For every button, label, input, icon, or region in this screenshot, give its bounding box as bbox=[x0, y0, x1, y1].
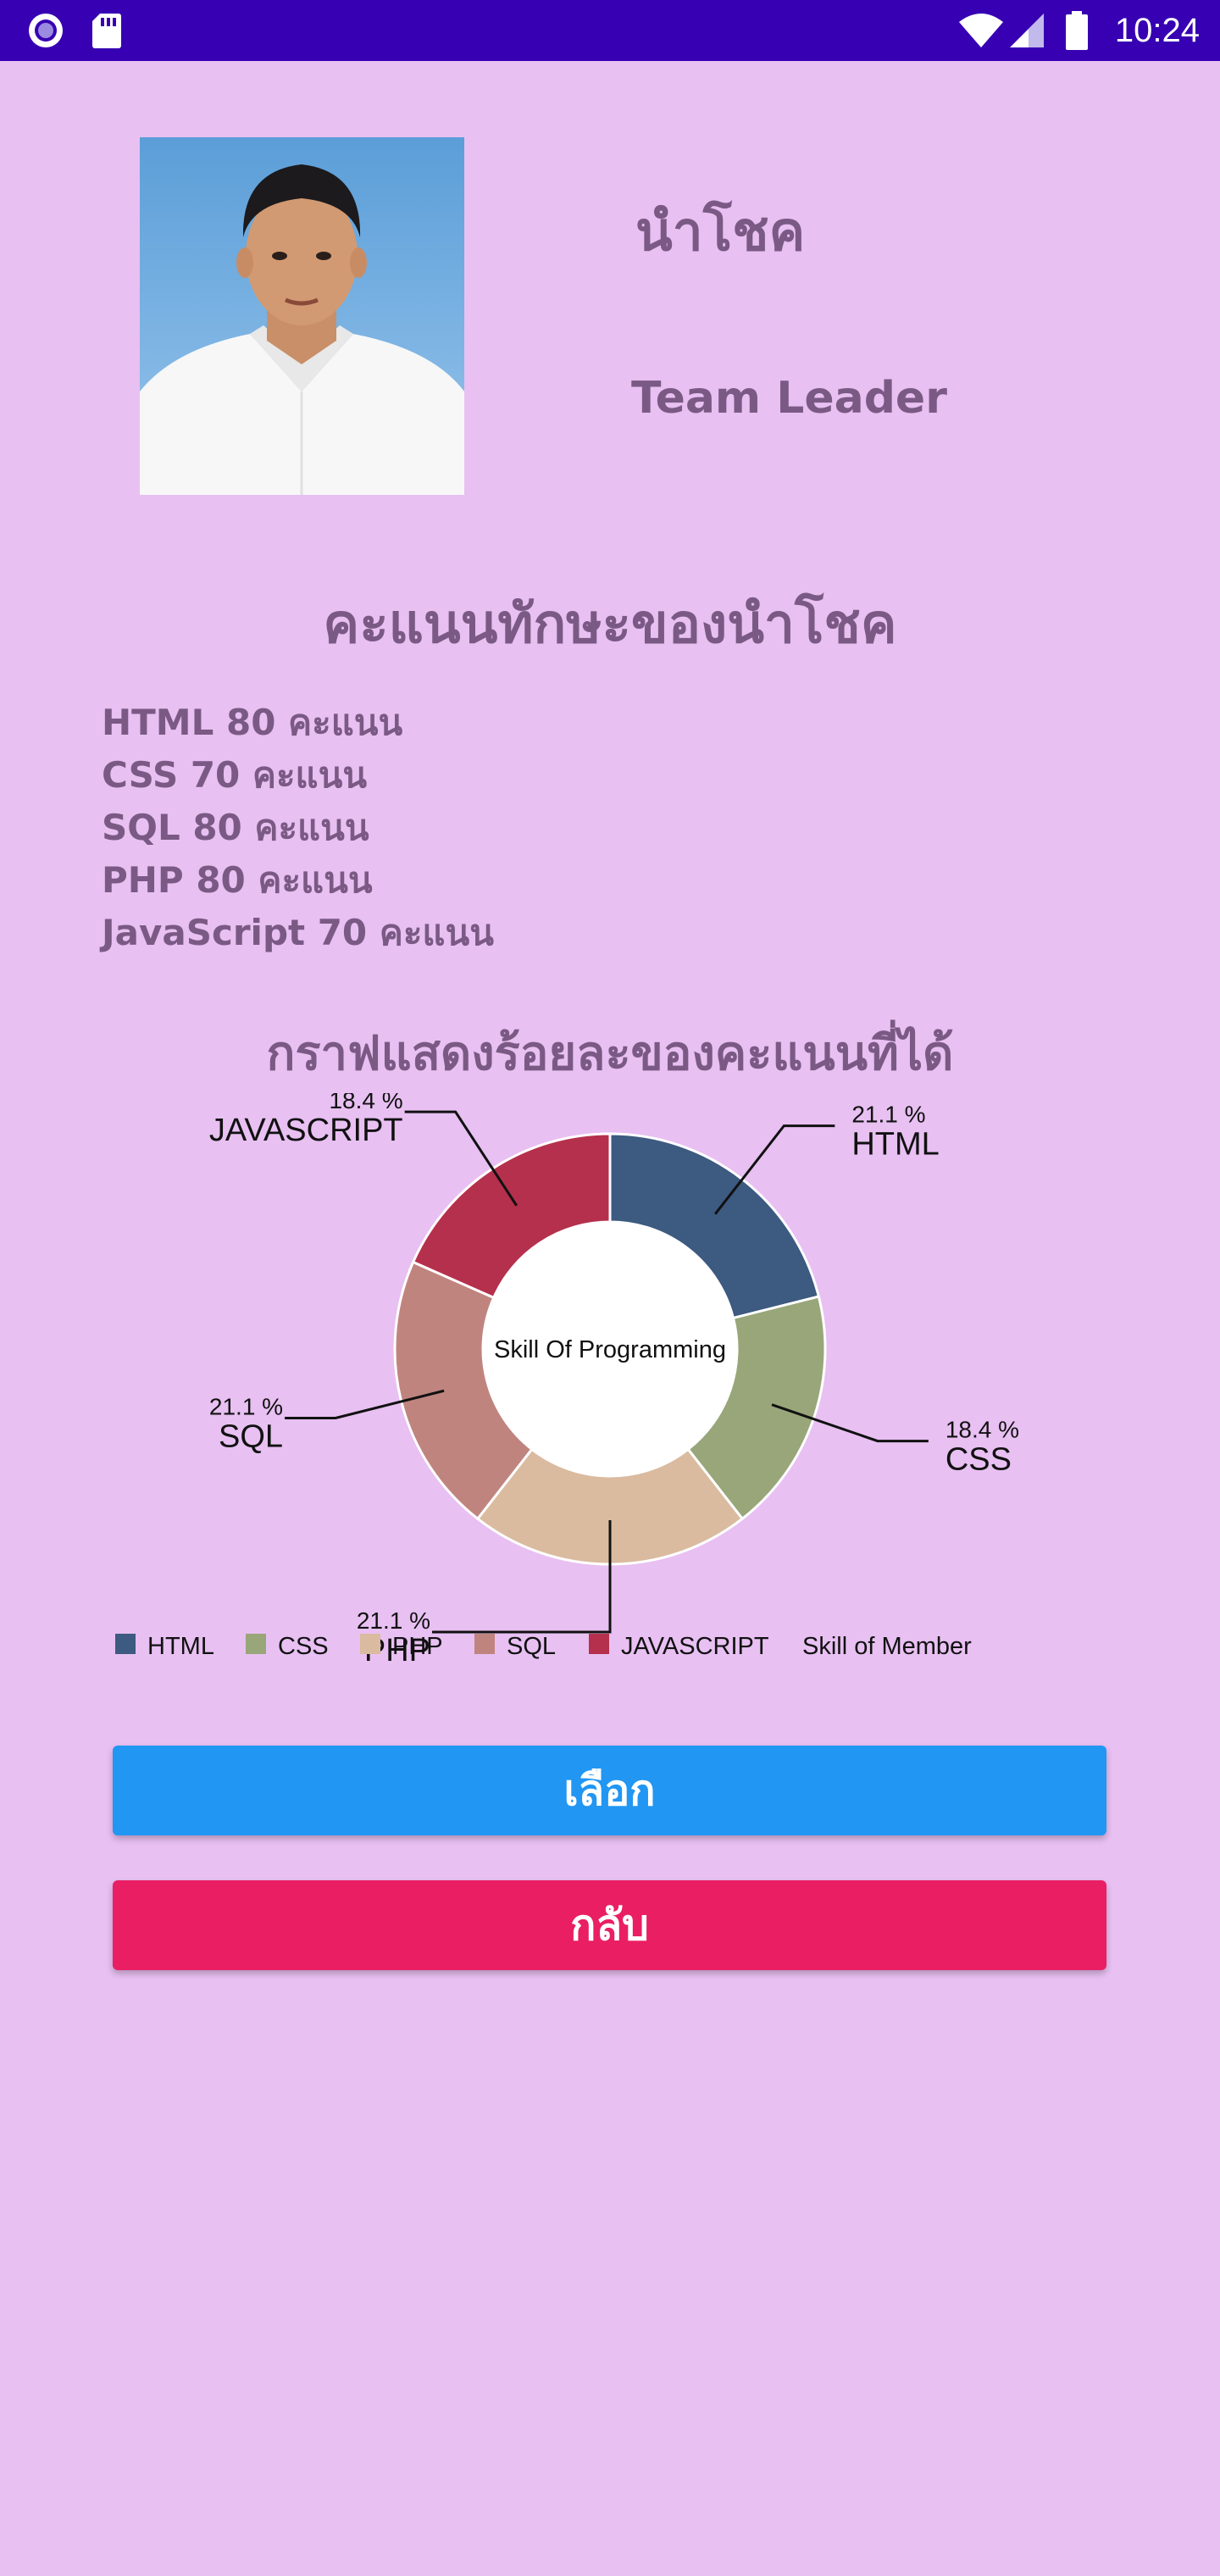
skill-list: HTML 80 คะแนน CSS 70 คะแนน SQL 80 คะแนน … bbox=[102, 697, 494, 959]
legend-label-javascript: JAVASCRIPT bbox=[621, 1633, 769, 1660]
signal-icon bbox=[1008, 0, 1045, 61]
status-bar: 10:24 bbox=[0, 0, 1220, 61]
circle-notification-icon bbox=[25, 0, 66, 61]
legend-label-php: PHP bbox=[392, 1633, 443, 1660]
skill-item-css: CSS 70 คะแนน bbox=[102, 754, 368, 796]
category-label-css: CSS bbox=[946, 1442, 1012, 1478]
value-label-javascript: 18.4 % bbox=[329, 1093, 402, 1113]
legend-swatch-php bbox=[360, 1634, 380, 1654]
skill-item-sql: SQL 80 คะแนน bbox=[102, 807, 369, 848]
legend-label-html: HTML bbox=[147, 1633, 214, 1660]
legend-swatch-css bbox=[246, 1634, 266, 1654]
value-label-sql: 21.1 % bbox=[209, 1393, 283, 1419]
profile-photo bbox=[140, 137, 464, 495]
skill-donut-chart: 21.1 %HTML18.4 %CSS21.1 %PHP21.1 %SQL18.… bbox=[115, 1093, 1019, 1668]
graph-title: กราฟแสดงร้อยละของคะแนนที่ได้ bbox=[266, 1026, 954, 1081]
legend-swatch-sql bbox=[474, 1634, 495, 1654]
skill-item-php: PHP 80 คะแนน bbox=[102, 859, 373, 901]
category-label-html: HTML bbox=[851, 1127, 939, 1163]
wifi-icon bbox=[957, 0, 1005, 61]
legend-label-css: CSS bbox=[278, 1633, 329, 1660]
skill-item-html: HTML 80 คะแนน bbox=[102, 702, 403, 743]
chart-description: Skill of Member bbox=[802, 1633, 972, 1660]
battery-icon bbox=[1064, 0, 1090, 61]
sd-card-icon bbox=[90, 0, 124, 61]
legend-swatch-javascript bbox=[589, 1634, 609, 1654]
profile-role: Team Leader bbox=[631, 373, 947, 424]
value-label-css: 18.4 % bbox=[946, 1417, 1019, 1443]
value-label-html: 21.1 % bbox=[851, 1102, 925, 1128]
skills-title: คะแนนทักษะของนำโชค bbox=[323, 593, 897, 656]
skill-item-javascript: JavaScript 70 คะแนน bbox=[102, 912, 494, 953]
profile-name: นำโชค bbox=[635, 201, 806, 264]
status-time: 10:24 bbox=[1114, 11, 1200, 49]
legend-swatch-html bbox=[115, 1634, 136, 1654]
category-label-sql: SQL bbox=[219, 1418, 283, 1454]
value-label-php: 21.1 % bbox=[357, 1607, 430, 1634]
back-button[interactable]: กลับ bbox=[113, 1880, 1106, 1970]
legend-label-sql: SQL bbox=[507, 1633, 556, 1660]
category-label-javascript: JAVASCRIPT bbox=[209, 1113, 403, 1148]
chart-center-text: Skill Of Programming bbox=[494, 1336, 726, 1363]
select-button[interactable]: เลือก bbox=[113, 1746, 1106, 1835]
